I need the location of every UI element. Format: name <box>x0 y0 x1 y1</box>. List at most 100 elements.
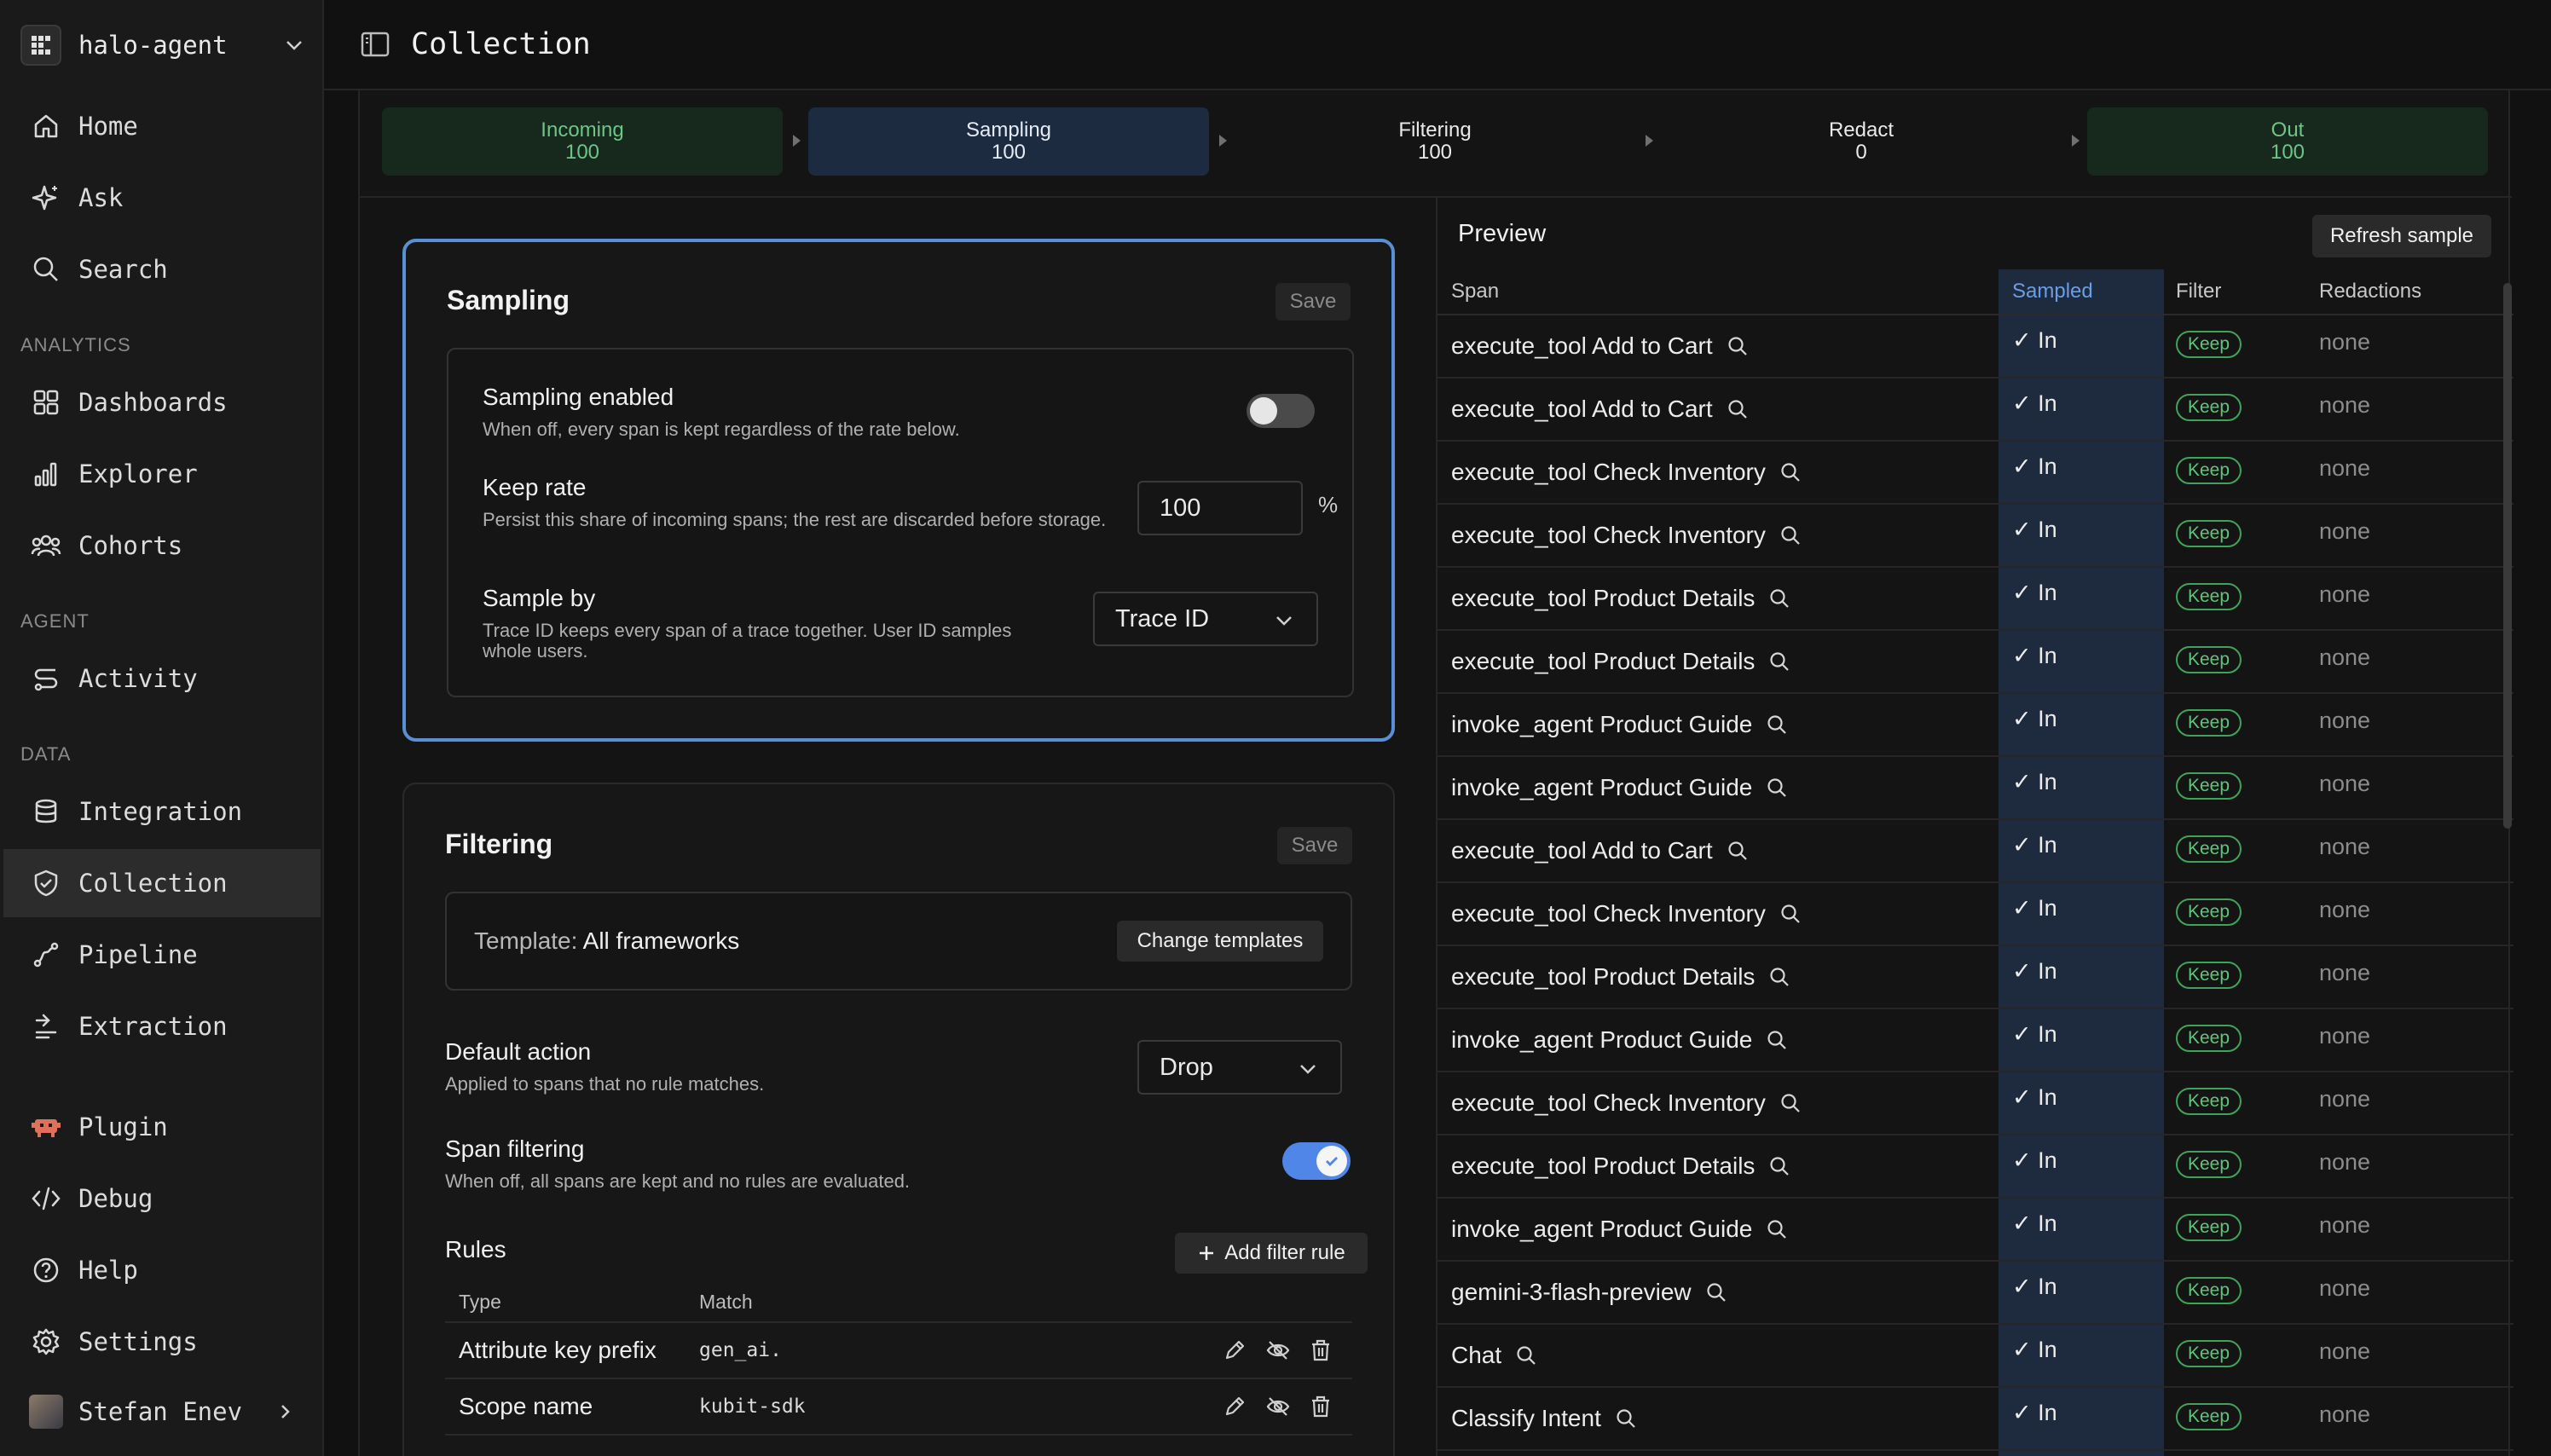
search-icon[interactable] <box>1766 1029 1788 1051</box>
sidebar-item-help[interactable]: Help <box>3 1236 321 1304</box>
stage-label: Out <box>2270 118 2305 142</box>
stage-out[interactable]: Out 100 <box>2087 107 2488 176</box>
stage-incoming[interactable]: Incoming 100 <box>382 107 783 176</box>
sidebar-item-pipeline[interactable]: Pipeline <box>3 921 321 989</box>
search-icon[interactable] <box>1779 524 1802 546</box>
sidebar-item-explorer[interactable]: Explorer <box>3 440 321 508</box>
col-sampled[interactable]: Sampled <box>2012 280 2093 303</box>
add-filter-rule-button[interactable]: Add filter rule <box>1175 1233 1368 1274</box>
redactions-cell: none <box>2319 1338 2371 1364</box>
table-row[interactable]: execute_tool Add to Cart ✓ In Keep none <box>1437 315 2513 378</box>
filtering-title: Filtering <box>445 829 553 859</box>
table-row[interactable]: Classify Intent ✓ In Keep none <box>1437 1388 2513 1451</box>
keep-rate-desc: Persist this share of incoming spans; th… <box>483 509 1107 530</box>
search-icon[interactable] <box>1768 966 1790 988</box>
stage-redact[interactable]: Redact 0 <box>1661 107 2062 176</box>
eye-off-icon[interactable] <box>1265 1395 1291 1418</box>
table-row[interactable]: execute_tool Check Inventory ✓ In Keep none <box>1437 1072 2513 1135</box>
filter-badge: Keep <box>2176 1025 2242 1052</box>
sampled-cell: ✓ In <box>2012 1337 2057 1362</box>
filter-badge: Keep <box>2176 331 2242 358</box>
change-templates-button[interactable]: Change templates <box>1117 921 1323 962</box>
table-row[interactable]: execute_tool Product Details ✓ In Keep none <box>1437 1135 2513 1199</box>
sidebar-item-extraction[interactable]: Extraction <box>3 992 321 1060</box>
table-row[interactable]: invoke_agent Product Guide ✓ In Keep none <box>1437 694 2513 757</box>
refresh-sample-button[interactable]: Refresh sample <box>2312 215 2491 257</box>
sidebar-item-integration[interactable]: Integration <box>3 777 321 846</box>
search-icon[interactable] <box>1779 903 1802 925</box>
search-icon[interactable] <box>1615 1407 1637 1430</box>
eye-off-icon[interactable] <box>1265 1338 1291 1362</box>
table-row[interactable]: execute_tool Check Inventory ✓ In Keep none <box>1437 883 2513 946</box>
search-icon[interactable] <box>1727 335 1749 357</box>
sidebar-item-dashboards[interactable]: Dashboards <box>3 368 321 436</box>
trash-icon[interactable] <box>1310 1395 1332 1418</box>
filter-badge: Keep <box>2176 1277 2242 1304</box>
search-icon[interactable] <box>1766 777 1788 799</box>
table-row[interactable]: invoke_agent Product Guide ✓ In Keep none <box>1437 1199 2513 1262</box>
sidebar-item-collection[interactable]: Collection <box>3 849 321 917</box>
redactions-cell: none <box>2319 771 2371 796</box>
search-icon[interactable] <box>1705 1281 1727 1303</box>
redactions-cell: none <box>2319 644 2371 670</box>
default-action-select[interactable]: Drop <box>1137 1040 1342 1095</box>
trash-icon[interactable] <box>1310 1338 1332 1362</box>
search-icon[interactable] <box>1727 398 1749 420</box>
workspace-switcher[interactable]: halo-agent <box>20 20 307 70</box>
sidebar-item-cohorts[interactable]: Cohorts <box>3 511 321 580</box>
search-icon[interactable] <box>1768 1155 1790 1177</box>
template-value: All frameworks <box>582 927 740 954</box>
sidebar-item-ask[interactable]: Ask <box>3 164 321 232</box>
table-row[interactable]: execute_tool Product Details ✓ In Keep none <box>1437 946 2513 1009</box>
user-menu[interactable]: Stefan Enev <box>3 1378 321 1446</box>
span-name: gemini-3-flash-preview <box>1451 1279 1692 1305</box>
sidebar-item-plugin[interactable]: Plugin <box>3 1093 321 1161</box>
span-filtering-toggle[interactable] <box>1282 1142 1351 1180</box>
col-span[interactable]: Span <box>1451 280 1499 303</box>
span-cell: execute_tool Add to Cart <box>1451 396 1749 423</box>
stage-label: Incoming <box>541 118 624 142</box>
col-redactions[interactable]: Redactions <box>2319 280 2421 303</box>
table-row[interactable]: invoke_agent Product Guide ✓ In Keep none <box>1437 1009 2513 1072</box>
stage-sampling[interactable]: Sampling 100 <box>808 107 1209 176</box>
table-row[interactable]: execute_tool Check Inventory ✓ In Keep none <box>1437 505 2513 568</box>
keep-rate-input[interactable] <box>1137 481 1303 535</box>
sidebar-item-search[interactable]: Search <box>3 235 321 303</box>
search-icon[interactable] <box>1727 840 1749 862</box>
table-row[interactable]: Chat ✓ In Keep none <box>1437 1325 2513 1388</box>
scrollbar[interactable] <box>2503 283 2512 829</box>
search-icon[interactable] <box>1779 461 1802 483</box>
route-icon <box>29 662 63 696</box>
table-row[interactable]: execute_tool Product Details ✓ In Keep none <box>1437 631 2513 694</box>
table-row[interactable]: gemini-3-flash-preview ✓ In Keep none <box>1437 1262 2513 1325</box>
search-icon[interactable] <box>1766 1218 1788 1240</box>
sidebar-item-home[interactable]: Home <box>3 92 321 160</box>
table-row[interactable]: invoke_agent Product Guide ✓ In Keep none <box>1437 757 2513 820</box>
col-filter[interactable]: Filter <box>2176 280 2221 303</box>
table-row[interactable]: execute_tool Check Inventory ✓ In Keep none <box>1437 442 2513 505</box>
search-icon[interactable] <box>1768 650 1790 673</box>
edit-icon[interactable] <box>1223 1395 1247 1418</box>
table-row[interactable]: execute_tool Product Details ✓ In Keep none <box>1437 568 2513 631</box>
sampled-cell: ✓ In <box>2012 327 2057 353</box>
sampling-save-button[interactable]: Save <box>1276 283 1351 321</box>
table-row[interactable]: execute_tool Add to Cart ✓ In Keep none <box>1437 820 2513 883</box>
sidebar-item-debug[interactable]: Debug <box>3 1164 321 1233</box>
sidebar-item-settings[interactable]: Settings <box>3 1308 321 1376</box>
filtering-save-button[interactable]: Save <box>1277 827 1352 864</box>
sampling-enabled-toggle[interactable] <box>1247 394 1315 428</box>
span-name: execute_tool Product Details <box>1451 963 1756 990</box>
search-icon[interactable] <box>1768 587 1790 610</box>
sample-by-select[interactable]: Trace ID <box>1093 592 1318 646</box>
sidebar-toggle-icon[interactable] <box>358 27 392 61</box>
filter-badge: Keep <box>2176 1088 2242 1115</box>
search-icon[interactable] <box>1779 1092 1802 1114</box>
table-row: Scope name kubit-sdk <box>445 1378 1352 1434</box>
edit-icon[interactable] <box>1223 1338 1247 1362</box>
sidebar-item-label: Home <box>78 112 138 141</box>
table-row[interactable]: execute_tool Add to Cart ✓ In Keep none <box>1437 378 2513 442</box>
sidebar-item-activity[interactable]: Activity <box>3 644 321 713</box>
search-icon[interactable] <box>1515 1344 1537 1366</box>
search-icon[interactable] <box>1766 714 1788 736</box>
stage-filtering[interactable]: Filtering 100 <box>1235 107 1635 176</box>
